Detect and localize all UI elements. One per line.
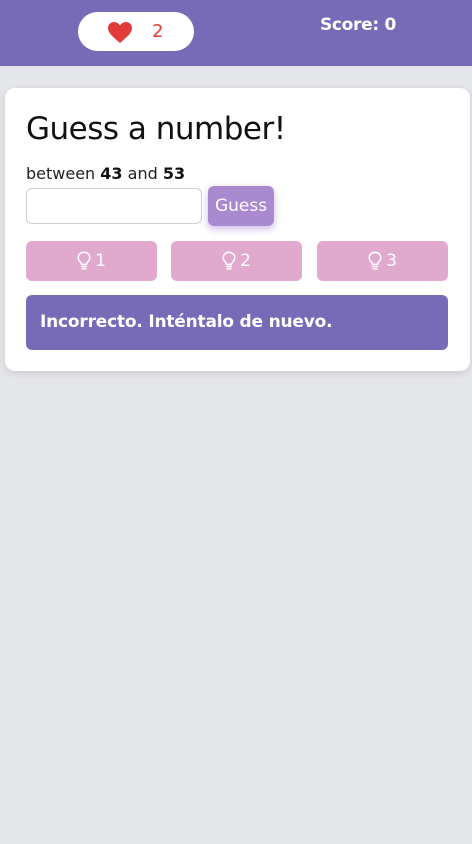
hint-label-1: 1: [95, 251, 106, 271]
game-card: Guess a number! between 43 and 53 Guess …: [5, 88, 470, 371]
hint-button-3[interactable]: 3: [317, 241, 448, 281]
lives-indicator: 2: [78, 12, 194, 51]
hint-button-2[interactable]: 2: [171, 241, 302, 281]
guess-button[interactable]: Guess: [208, 186, 274, 226]
guess-input[interactable]: [26, 188, 202, 224]
range-max: 53: [162, 164, 186, 183]
hint-label-2: 2: [240, 251, 251, 271]
feedback-message: Incorrecto. Inténtalo de nuevo.: [26, 295, 448, 350]
lightbulb-icon: [368, 251, 382, 270]
hint-label-3: 3: [386, 251, 397, 271]
lives-count: 2: [152, 21, 164, 42]
page-title: Guess a number!: [26, 111, 286, 147]
range-min: 43: [100, 164, 123, 183]
range-joiner: and: [127, 164, 158, 183]
heart-icon: [108, 22, 132, 43]
lightbulb-icon: [222, 251, 236, 270]
range-prefix: between: [26, 164, 96, 183]
top-bar: 2 Score: 0: [0, 0, 472, 66]
hint-button-1[interactable]: 1: [26, 241, 157, 281]
lightbulb-icon: [77, 251, 91, 270]
range-text: between 43 and 53: [26, 164, 185, 184]
score-display: Score: 0: [319, 15, 396, 35]
